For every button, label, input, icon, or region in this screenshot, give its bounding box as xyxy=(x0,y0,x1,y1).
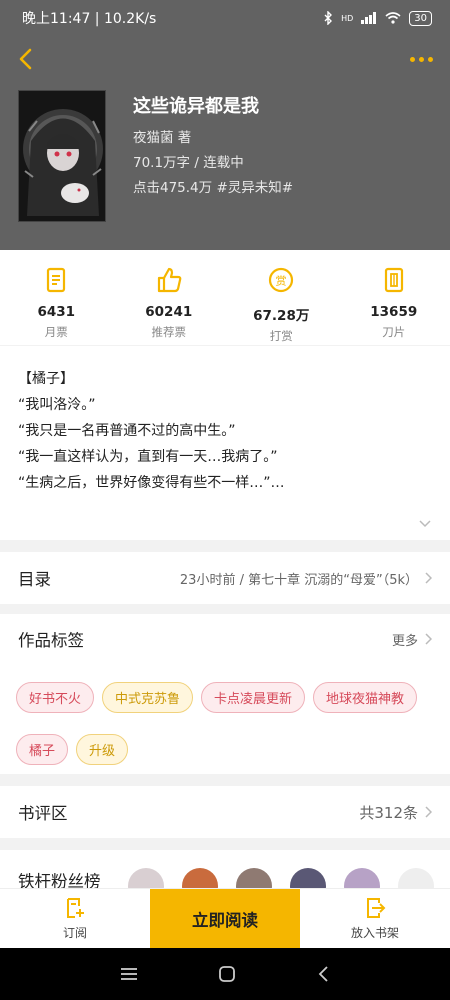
bluetooth-icon xyxy=(324,11,333,25)
avatar[interactable] xyxy=(182,868,218,888)
cell-signal-icon xyxy=(361,12,377,24)
add-to-shelf-button[interactable]: 放入书架 xyxy=(300,889,450,948)
book-clicks-genre: 点击475.4万 #灵异未知# xyxy=(133,180,294,196)
stat-value: 67.28万 xyxy=(253,308,310,324)
chevron-right-icon xyxy=(425,572,432,584)
avatar[interactable] xyxy=(398,868,434,888)
stat-monthly-ticket[interactable]: 6431 月票 xyxy=(0,250,113,345)
add-shelf-icon xyxy=(367,897,386,918)
intro-line: “我一直这样认为，直到有一天…我病了。” xyxy=(18,449,278,465)
tag-chip[interactable]: 中式克苏鲁 xyxy=(102,682,194,713)
back-arrow-icon[interactable] xyxy=(14,46,40,72)
fans-ranking[interactable]: 铁杆粉丝榜 xyxy=(0,850,450,888)
chevron-right-icon xyxy=(425,633,432,645)
status-icons: HD 30 xyxy=(323,10,432,26)
stats-row: 6431 月票 60241 推荐票 赏 67.28万 打赏 13659 刀片 xyxy=(0,250,450,345)
status-time: 晚上11:47 | 10.2K/s xyxy=(22,11,157,27)
chevron-down-icon[interactable] xyxy=(418,518,432,528)
book-cover[interactable] xyxy=(18,90,106,222)
book-title: 这些诡异都是我 xyxy=(133,96,259,117)
stat-label: 推荐票 xyxy=(151,325,187,339)
latest-chapter: 23小时前 / 第七十章 沉溺的“母爱”（5k） xyxy=(179,572,418,588)
wifi-icon xyxy=(385,12,401,24)
home-icon[interactable] xyxy=(218,965,236,983)
book-word-count: 70.1万字 / 连载中 xyxy=(133,155,244,171)
stat-recommend[interactable]: 60241 推荐票 xyxy=(113,250,226,345)
catalog-row[interactable]: 目录 23小时前 / 第七十章 沉溺的“母爱”（5k） xyxy=(0,552,450,604)
tag-chip[interactable]: 卡点凌晨更新 xyxy=(201,682,306,713)
avatar[interactable] xyxy=(236,868,272,888)
add-shelf-label: 放入书架 xyxy=(350,925,399,940)
reviews-row[interactable]: 书评区 共312条 xyxy=(0,786,450,838)
stat-label: 月票 xyxy=(44,325,68,339)
tags-title: 作品标签 xyxy=(18,631,84,650)
avatar[interactable] xyxy=(344,868,380,888)
back-icon[interactable] xyxy=(316,965,330,983)
tags-header: 作品标签 更多 xyxy=(0,614,450,664)
tag-chip[interactable]: 升级 xyxy=(76,733,129,765)
fan-avatars xyxy=(128,868,434,888)
intro-line: “我叫洛泠。” xyxy=(18,397,96,413)
tag-chip[interactable]: 橘子 xyxy=(16,733,69,765)
book-header: 这些诡异都是我 夜猫菌 著 70.1万字 / 连载中 点击475.4万 #灵异未… xyxy=(0,36,450,250)
thumbs-up-icon xyxy=(157,267,182,293)
intro-line: 【橘子】 xyxy=(18,371,74,387)
book-intro[interactable]: 【橘子】 “我叫洛泠。” “我只是一名再普通不过的高中生。” “我一直这样认为，… xyxy=(0,346,450,540)
tags-list: 好书不火 中式克苏鲁 卡点凌晨更新 地球夜猫神教 橘子 升级 xyxy=(0,664,450,774)
stat-label: 打赏 xyxy=(269,329,293,343)
stat-label: 刀片 xyxy=(382,325,406,339)
stat-blade[interactable]: 13659 刀片 xyxy=(338,250,450,345)
menu-icon[interactable] xyxy=(120,967,138,981)
stat-value: 6431 xyxy=(37,304,76,320)
chevron-right-icon xyxy=(425,806,432,818)
signal-hd-label: HD xyxy=(341,13,354,23)
stat-value: 13659 xyxy=(370,304,418,320)
tag-chip[interactable]: 好书不火 xyxy=(16,682,95,713)
blade-card-icon xyxy=(384,267,403,293)
monthly-ticket-icon xyxy=(47,267,66,293)
reviews-count: 共312条 xyxy=(359,803,418,822)
subscribe-label: 订阅 xyxy=(62,925,87,940)
reward-coin-glyph: 赏 xyxy=(276,275,287,288)
intro-line: “我只是一名再普通不过的高中生。” xyxy=(18,423,236,439)
tags-more-button[interactable]: 更多 xyxy=(392,630,432,649)
reward-coin-icon: 赏 xyxy=(269,267,294,293)
fans-title: 铁杆粉丝榜 xyxy=(18,872,101,888)
avatar[interactable] xyxy=(290,868,326,888)
status-bar: 晚上11:47 | 10.2K/s HD 30 xyxy=(0,0,450,36)
book-author[interactable]: 夜猫菌 著 xyxy=(133,126,191,146)
stat-value: 60241 xyxy=(145,304,193,320)
tag-chip[interactable]: 地球夜猫神教 xyxy=(313,682,418,713)
catalog-title: 目录 xyxy=(18,570,51,589)
avatar[interactable] xyxy=(128,868,164,888)
system-nav-bar xyxy=(0,948,450,1000)
bottom-action-bar: 订阅 立即阅读 放入书架 xyxy=(0,888,450,949)
stat-reward[interactable]: 赏 67.28万 打赏 xyxy=(225,250,338,345)
more-options-icon[interactable] xyxy=(406,46,436,72)
subscribe-button[interactable]: 订阅 xyxy=(0,889,150,948)
subscribe-icon xyxy=(67,897,84,918)
tags-more-label: 更多 xyxy=(391,633,418,649)
cover-illustration xyxy=(19,91,105,221)
intro-line: “生病之后，世界好像变得有些不一样…”… xyxy=(18,475,285,491)
battery-indicator: 30 xyxy=(409,10,432,26)
read-now-button[interactable]: 立即阅读 xyxy=(150,889,300,949)
reviews-title: 书评区 xyxy=(18,804,68,823)
